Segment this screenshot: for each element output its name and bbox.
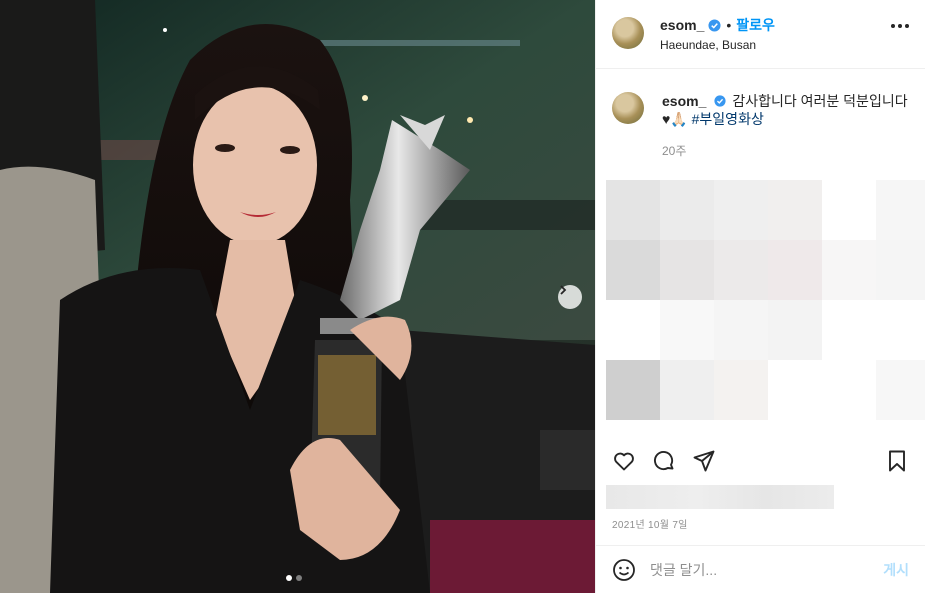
post-photo[interactable] (0, 0, 595, 593)
post-date: 2021년 10월 7일 (612, 520, 688, 531)
chevron-right-icon (560, 285, 567, 295)
more-options-icon[interactable] (891, 24, 909, 28)
carousel-dot-2 (296, 575, 302, 581)
verified-badge-icon (714, 95, 726, 107)
redacted-likes (606, 485, 834, 509)
author-avatar[interactable] (612, 17, 644, 49)
verified-badge-icon (708, 18, 721, 32)
author-username[interactable]: esom_ (660, 17, 704, 33)
bookmark-icon[interactable] (885, 449, 909, 473)
separator-dot: • (726, 17, 732, 33)
heart-icon[interactable] (612, 449, 636, 473)
post-side-panel: esom_ • 팔로우 Haeundae, Busan esom_ 감사합니다 여… (595, 0, 925, 593)
follow-button[interactable]: 팔로우 (736, 15, 775, 35)
comment-input[interactable] (650, 561, 884, 578)
post-header: esom_ • 팔로우 Haeundae, Busan (596, 0, 925, 69)
hashtag-link[interactable]: #부일영화상 (692, 111, 764, 127)
carousel-indicator (286, 575, 302, 581)
post-actions (612, 448, 909, 474)
comment-icon[interactable] (652, 449, 676, 473)
caption-timestamp: 20주 (662, 144, 687, 158)
paper-plane-icon[interactable] (692, 449, 716, 473)
redacted-comments (606, 180, 925, 420)
post-comment-button[interactable]: 게시 (883, 560, 909, 580)
caption-comment: esom_ 감사합니다 여러분 덕분입니다 ♥🙏🏻 #부일영화상 20주 (612, 92, 909, 159)
photo-image (0, 0, 595, 593)
smiley-icon[interactable] (612, 558, 636, 582)
caption-text: esom_ 감사합니다 여러분 덕분입니다 ♥🙏🏻 #부일영화상 (662, 92, 909, 128)
carousel-dot-1 (286, 575, 292, 581)
caption-avatar[interactable] (612, 92, 644, 124)
comment-bar: 게시 (596, 545, 925, 593)
author-line: esom_ • 팔로우 (660, 15, 775, 35)
location-link[interactable]: Haeundae, Busan (660, 38, 756, 52)
carousel-next-button[interactable] (558, 285, 582, 309)
caption-username[interactable]: esom_ (662, 93, 706, 109)
